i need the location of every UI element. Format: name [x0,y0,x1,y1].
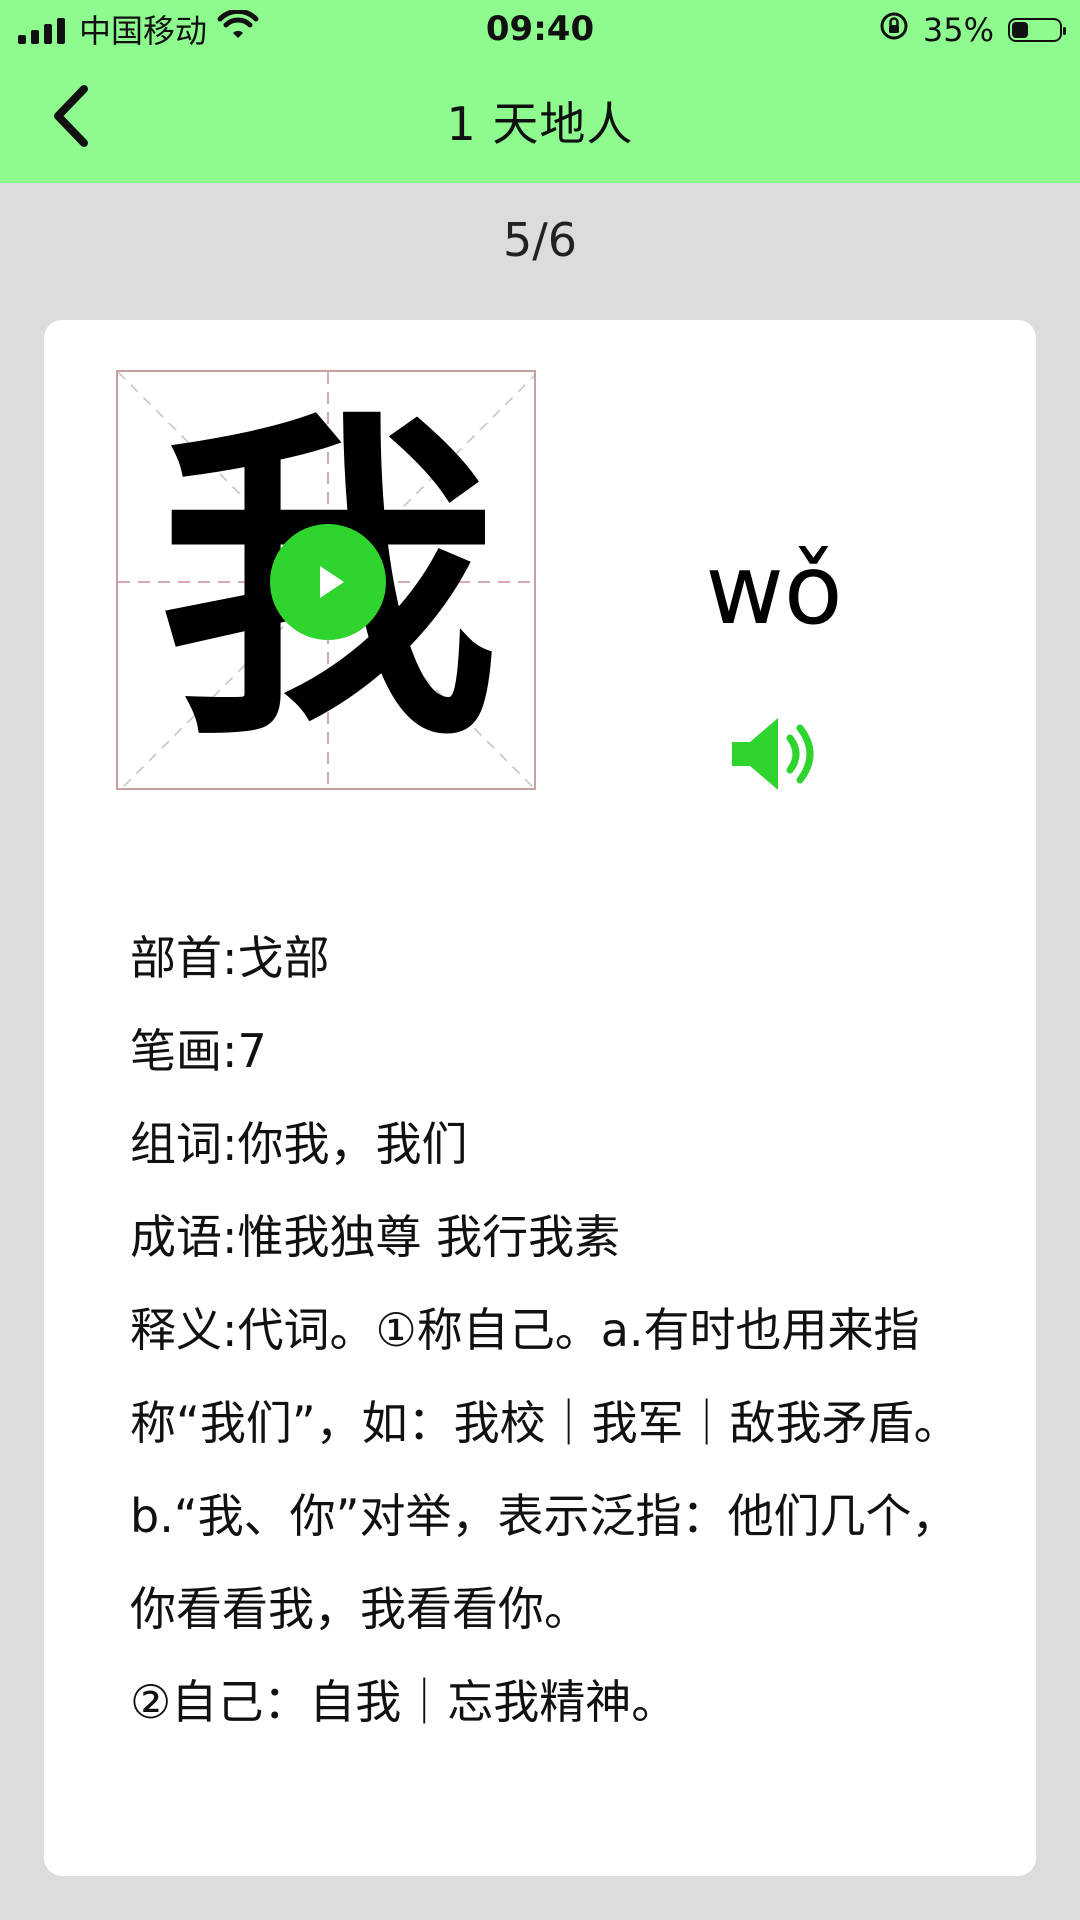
definition-text-1: 释义:代词。①称自己。a.有时也用来指称“我们”，如：我校｜我军｜敌我矛盾。b.… [130,1303,960,1636]
header: 中国移动 09:40 35% 1 天地人 [0,0,1080,183]
rotation-lock-icon [879,10,909,50]
battery-icon [1008,18,1066,42]
pinyin: wǒ [705,534,843,646]
character-details: 部首:戈部 笔画:7 组词:你我，我们 成语:惟我独尊 我行我素 释义:代词。①… [130,912,970,1749]
idioms-text: 成语:惟我独尊 我行我素 [130,1210,621,1264]
page-title: 1 天地人 [446,96,634,151]
definition-text-2: ②自己：自我｜忘我精神。 [130,1675,678,1729]
stroke-animation-play-button[interactable] [270,524,386,640]
navigation-bar: 1 天地人 [0,58,1080,183]
battery-level [1012,22,1029,38]
status-right: 35% [879,10,1066,50]
pronunciation-button[interactable] [722,704,822,804]
status-bar: 中国移动 09:40 35% [0,0,1080,58]
character-grid[interactable]: 我 [116,370,536,790]
character-card: 我 wǒ 部首:戈部 笔画:7 组词:你我，我们 成语:惟我独尊 我行我素 释义… [44,320,1036,1876]
stroke-count-text: 笔画:7 [130,1024,267,1078]
battery-percent: 35% [922,11,994,49]
page-indicator: 5/6 [502,213,578,267]
speaker-icon [732,718,814,790]
words-text: 组词:你我，我们 [130,1117,468,1171]
radical-text: 部首:戈部 [130,931,330,985]
play-icon [320,566,344,598]
